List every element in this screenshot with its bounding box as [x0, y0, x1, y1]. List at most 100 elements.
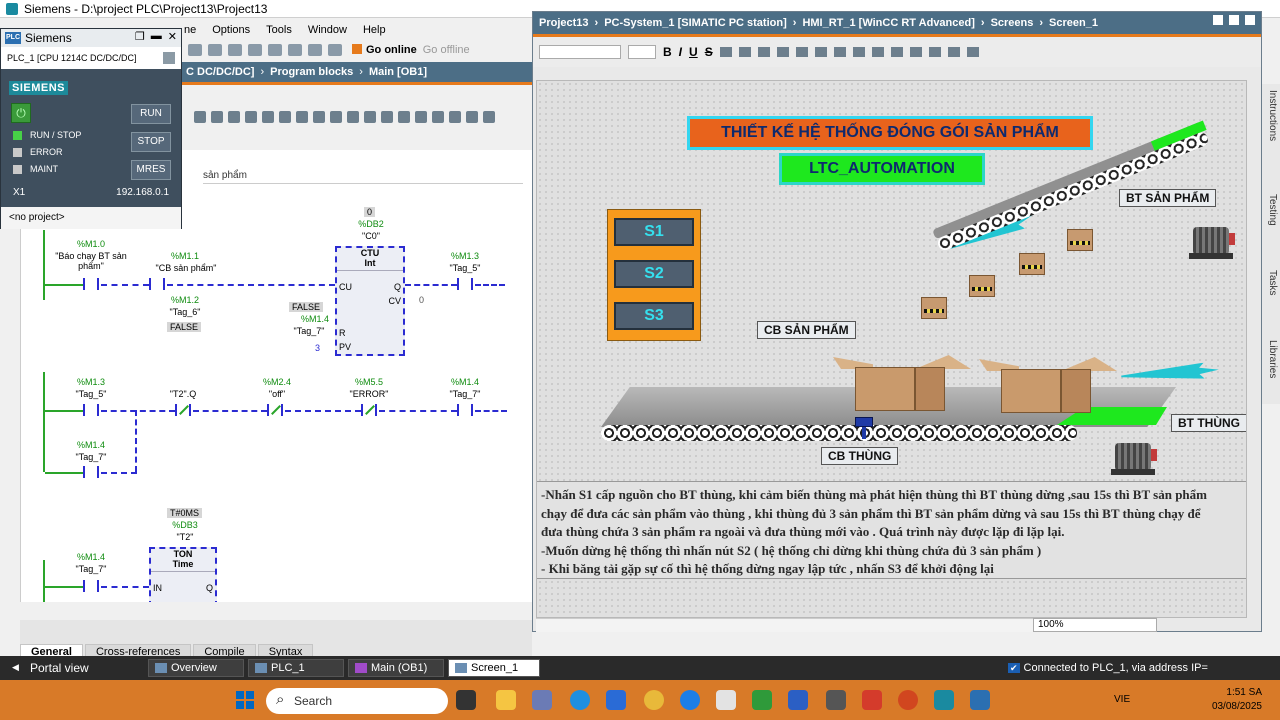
coil-icon[interactable] — [364, 111, 376, 123]
label-cb-san-pham[interactable]: CB SẢN PHẨM — [757, 321, 856, 339]
undo-icon[interactable] — [208, 44, 222, 56]
branch-icon[interactable] — [228, 111, 240, 123]
tab-tasks[interactable]: Tasks — [1264, 270, 1278, 296]
breadcrumb-pc-system[interactable]: PC-System_1 [SIMATIC PC station] — [604, 17, 787, 29]
rt-icon[interactable] — [328, 44, 342, 56]
close-icon[interactable]: ✕ — [168, 30, 177, 43]
distribute-icon[interactable] — [890, 47, 903, 57]
chrome-icon[interactable] — [644, 690, 664, 710]
description-text[interactable]: -Nhấn S1 cấp nguồn cho BT thùng, khi cảm… — [537, 481, 1246, 579]
absolute-address-icon[interactable] — [262, 111, 274, 123]
task-main-ob1[interactable]: Main (OB1) — [348, 659, 444, 677]
network-title[interactable]: sản phẩm — [203, 170, 523, 184]
product-conveyor-motor-icon[interactable] — [1187, 221, 1235, 261]
crossref-icon[interactable] — [466, 111, 478, 123]
align-objects-icon[interactable] — [852, 47, 865, 57]
compile-icon[interactable] — [248, 44, 262, 56]
label-cb-thung[interactable]: CB THÙNG — [821, 447, 899, 465]
product-item[interactable] — [921, 297, 947, 319]
line-style-icon[interactable] — [814, 47, 827, 57]
redo-icon[interactable] — [228, 44, 242, 56]
ton-timer-block[interactable]: TON Time IN Q — [149, 547, 217, 602]
monitoring-glasses-icon[interactable] — [415, 111, 427, 123]
run-button[interactable]: RUN — [131, 104, 171, 124]
box-icon[interactable] — [381, 111, 393, 123]
excel-icon[interactable] — [752, 690, 772, 710]
monitor-icon[interactable] — [313, 111, 325, 123]
strikethrough-button[interactable]: S — [705, 45, 713, 59]
save-icon[interactable] — [188, 44, 202, 56]
carton-box[interactable] — [833, 355, 971, 411]
arrow-icon[interactable] — [449, 111, 461, 123]
group-icon[interactable] — [928, 47, 941, 57]
breadcrumb-project[interactable]: Project13 — [539, 17, 589, 29]
menu-help[interactable]: Help — [363, 24, 386, 36]
font-color-icon[interactable] — [757, 47, 770, 57]
product-item[interactable] — [969, 275, 995, 297]
control-button-panel[interactable]: S1 S2 S3 — [607, 209, 701, 341]
tab-libraries[interactable]: Libraries — [1264, 340, 1278, 378]
product-item[interactable] — [1019, 253, 1045, 275]
zoom-icon[interactable] — [432, 111, 444, 123]
plcsim-title-bar[interactable]: PLC Siemens ❐ ▬ ✕ — [1, 29, 181, 47]
font-family-field[interactable] — [539, 45, 621, 59]
branch-contact-no[interactable] — [83, 466, 99, 478]
stop-button[interactable]: STOP — [131, 132, 171, 152]
close-branch-icon[interactable] — [245, 111, 257, 123]
s1-button[interactable]: S1 — [614, 218, 694, 246]
autocad-icon[interactable] — [862, 690, 882, 710]
contact-no[interactable] — [457, 278, 473, 290]
store-icon[interactable] — [606, 690, 626, 710]
contact-positive-edge[interactable] — [149, 278, 165, 290]
tab-testing[interactable]: Testing — [1264, 194, 1278, 226]
close-icon[interactable] — [1245, 15, 1255, 25]
box-conveyor-motor-icon[interactable] — [1109, 437, 1157, 477]
edge-icon[interactable] — [570, 690, 590, 710]
product-item[interactable] — [1067, 229, 1093, 251]
contact-icon[interactable] — [347, 111, 359, 123]
task-screen1[interactable]: Screen_1 — [448, 659, 540, 677]
bold-button[interactable]: B — [663, 45, 672, 59]
contact-no[interactable] — [83, 404, 99, 416]
file-explorer-icon[interactable] — [496, 690, 516, 710]
breadcrumb-plc[interactable]: C DC/DC/DC] — [186, 66, 254, 78]
underline-button[interactable]: U — [689, 45, 698, 59]
fill-color-icon[interactable] — [776, 47, 789, 57]
contact-no[interactable] — [83, 580, 99, 592]
mres-button[interactable]: MRES — [131, 160, 171, 180]
ctu-counter-block[interactable]: CTU Int CU Q CV R PV — [335, 246, 405, 356]
insert-network-icon[interactable] — [194, 111, 206, 123]
system-clock[interactable]: 1:51 SA 03/08/2025 — [1212, 686, 1262, 714]
label-bt-thung[interactable]: BT THÙNG — [1171, 414, 1246, 432]
cpu-settings-icon[interactable] — [163, 52, 175, 64]
zalo-icon[interactable] — [680, 690, 700, 710]
menu-tools[interactable]: Tools — [266, 24, 292, 36]
contact-nc[interactable] — [361, 404, 377, 416]
app-icon[interactable] — [826, 690, 846, 710]
tab-instructions[interactable]: Instructions — [1264, 90, 1278, 141]
contact-no[interactable] — [83, 278, 99, 290]
plcsim-icon[interactable] — [970, 690, 990, 710]
upload-icon[interactable] — [288, 44, 302, 56]
download-icon[interactable] — [268, 44, 282, 56]
carton-box[interactable] — [979, 357, 1117, 413]
favorites-icon[interactable] — [296, 111, 308, 123]
word-icon[interactable] — [788, 690, 808, 710]
horizontal-scrollbar[interactable] — [536, 618, 1036, 632]
italic-button[interactable]: I — [679, 45, 682, 59]
align-icon[interactable] — [738, 47, 751, 57]
comment-icon[interactable] — [279, 111, 291, 123]
font-size-icon[interactable] — [719, 47, 732, 57]
contact-nc[interactable] — [175, 404, 191, 416]
breadcrumb-main-ob1[interactable]: Main [OB1] — [369, 66, 427, 78]
zoom-icon[interactable] — [966, 47, 979, 57]
hmi-subtitle-banner[interactable]: LTC_AUTOMATION — [779, 153, 985, 185]
delete-network-icon[interactable] — [211, 111, 223, 123]
calculator-icon[interactable] — [532, 690, 552, 710]
s2-button[interactable]: S2 — [614, 260, 694, 288]
task-view-icon[interactable] — [456, 690, 476, 710]
minimize-icon[interactable]: ▬ — [151, 30, 162, 43]
minimize-icon[interactable] — [1213, 15, 1223, 25]
rotate-icon[interactable] — [871, 47, 884, 57]
windows-start-icon[interactable] — [236, 691, 254, 709]
